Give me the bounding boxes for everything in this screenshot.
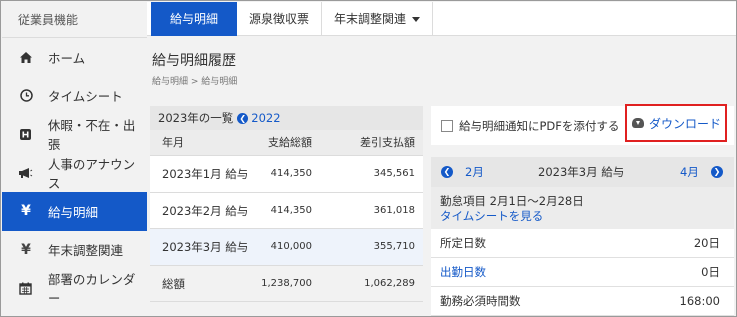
tab-label: 年末調整関連 [334,12,407,26]
stat-row: 出勤日数 0日 [431,258,734,287]
sidebar-item-label: 給与明細 [48,204,99,220]
row-month: 2023年3月 給与 [150,229,254,265]
chevron-left-icon[interactable]: ❮ [237,113,249,124]
sidebar-item-label: ホーム [48,50,86,66]
top-tabs: 給与明細 源泉徴収票 年末調整関連 [147,2,736,36]
stat-label: 所定日数 [440,236,486,250]
row-gross: 414,350 [270,168,312,179]
timesheet-link[interactable]: タイムシートを見る [440,209,734,224]
table-row-selected[interactable]: 2023年3月 給与 410,000 355,710 [150,229,423,266]
sidebar-item-leave[interactable]: 休暇・不在・出張 [2,115,147,154]
sidebar-header: 従業員機能 [2,2,147,38]
table-header: 年月 支給総額 差引支払額 [150,130,423,156]
next-month-link[interactable]: 4月 [680,164,699,180]
sidebar-item-announcements[interactable]: 人事のアナウンス [2,154,147,193]
chevron-right-icon[interactable]: ❯ [711,166,723,178]
stat-row: 所定日数 20日 [431,229,734,258]
total-gross: 1,238,700 [261,277,312,289]
sidebar-item-home[interactable]: ホーム [2,38,147,77]
row-gross: 414,350 [270,204,312,216]
sidebar: 従業員機能 ホーム タイムシート 休暇・不在・出張 人事のアナウンス ¥ 給与明… [2,2,147,316]
app-window: 従業員機能 ホーム タイムシート 休暇・不在・出張 人事のアナウンス ¥ 給与明… [0,0,737,317]
chevron-down-icon [412,17,421,22]
yen-icon: ¥ [21,203,31,220]
attendance-title: 勤怠項目 2月1日～2月28日 [440,194,584,208]
breadcrumb: 給与明細 > 給与明細 [152,77,238,87]
yen-icon: ¥ [21,241,31,258]
row-net: 345,561 [373,168,415,179]
column-header-gross: 支給総額 [268,136,312,149]
calendar-icon [16,282,36,295]
previous-month-link[interactable]: 2月 [465,164,484,180]
history-year-header: 2023年の一覧 ❮ 2022 [150,106,423,130]
attach-pdf-checkbox[interactable] [441,119,453,132]
row-month: 2023年1月 給与 [162,167,249,181]
chevron-left-icon[interactable]: ❮ [441,166,453,178]
sidebar-item-label: 部署のカレンダー [47,272,136,307]
stat-value: 0日 [701,265,720,279]
table-row[interactable]: 2023年1月 給与 414,350 345,561 [150,156,423,193]
row-month: 2023年2月 給与 [162,203,249,218]
cloud-download-icon [632,118,644,128]
stat-value: 20日 [693,236,720,250]
sidebar-item-year-end[interactable]: ¥ 年末調整関連 [2,231,147,270]
stat-label: 勤務必須時間数 [440,294,521,308]
month-navigation: ❮ 2月 2023年3月 給与 4月 ❯ [431,157,734,187]
sidebar-item-label: 休暇・不在・出張 [47,118,136,153]
tab-year-end[interactable]: 年末調整関連 [322,2,434,36]
total-net: 1,062,289 [364,277,415,289]
page-title: 給与明細履歴 [152,53,236,69]
tab-withholding[interactable]: 源泉徴収票 [237,2,323,36]
sidebar-item-label: 年末調整関連 [48,243,124,259]
column-header-month: 年月 [162,136,184,149]
current-payslip-title: 2023年3月 給与 [538,165,625,179]
clock-icon [16,89,36,102]
row-gross: 410,000 [270,241,312,252]
total-label: 総額 [162,276,185,291]
download-button[interactable]: ダウンロード [625,104,727,142]
sidebar-item-timesheet[interactable]: タイムシート [2,77,147,116]
table-total-row: 総額 1,238,700 1,062,289 [150,265,423,302]
row-net: 355,710 [373,241,415,252]
home-icon [16,51,36,64]
attendance-days-link[interactable]: 出勤日数 [440,264,486,280]
download-label: ダウンロード [649,116,722,131]
tab-payslip[interactable]: 給与明細 [151,2,237,36]
sidebar-item-calendar[interactable]: 部署のカレンダー [2,269,147,308]
previous-year-link[interactable]: 2022 [251,111,280,125]
payslip-history-table: 2023年の一覧 ❮ 2022 年月 支給総額 差引支払額 2023年1月 給与 4… [150,106,423,316]
sidebar-item-label: 人事のアナウンス [47,156,136,191]
table-row[interactable]: 2023年2月 給与 414,350 361,018 [150,192,423,229]
sidebar-item-label: タイムシート [48,89,123,105]
attach-pdf-label: 給与明細通知にPDFを添付する [459,118,620,133]
row-net: 361,018 [373,204,415,216]
column-header-net: 差引支払額 [360,136,415,149]
stat-value: 168:00 [679,294,720,308]
leave-icon [16,128,36,141]
list-label: 2023年の一覧 [158,111,234,125]
stat-row: 勤務必須時間数 168:00 [431,287,734,316]
main-content: 給与明細履歴 給与明細 > 給与明細 2023年の一覧 ❮ 2022 年月 支給総額… [147,36,736,316]
attendance-section: 勤怠項目 2月1日～2月28日 タイムシートを見る [431,187,734,229]
sidebar-item-payslip[interactable]: ¥ 給与明細 [2,192,147,231]
megaphone-icon [16,167,36,179]
